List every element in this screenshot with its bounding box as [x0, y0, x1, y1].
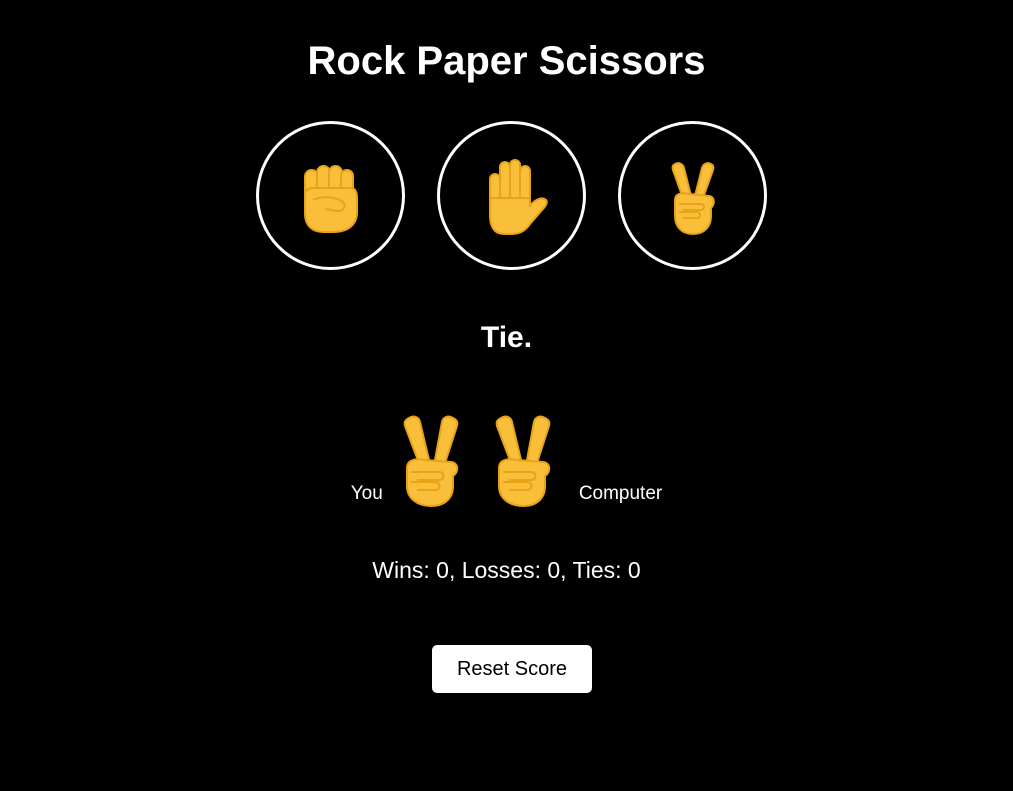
victory-hand-icon	[403, 415, 459, 507]
moves-display: You Computer	[0, 408, 1013, 508]
result-message: Tie.	[480, 321, 533, 354]
computer-label: Computer	[578, 483, 663, 504]
paper-button[interactable]	[437, 121, 586, 270]
rps-game: Rock Paper Scissors Tie. You Computer Wi…	[0, 0, 1013, 791]
victory-hand-icon	[671, 161, 715, 235]
raised-fist-icon	[303, 164, 358, 233]
choice-buttons	[5, 121, 1013, 270]
reset-score-button[interactable]: Reset Score	[432, 645, 592, 693]
page-title: Rock Paper Scissors	[307, 39, 706, 83]
score-display: Wins: 0, Losses: 0, Ties: 0	[372, 557, 641, 583]
scissors-button[interactable]	[618, 121, 767, 270]
you-label: You	[350, 483, 383, 504]
rock-button[interactable]	[256, 121, 405, 270]
victory-hand-icon	[495, 415, 551, 507]
raised-hand-icon	[488, 158, 548, 235]
